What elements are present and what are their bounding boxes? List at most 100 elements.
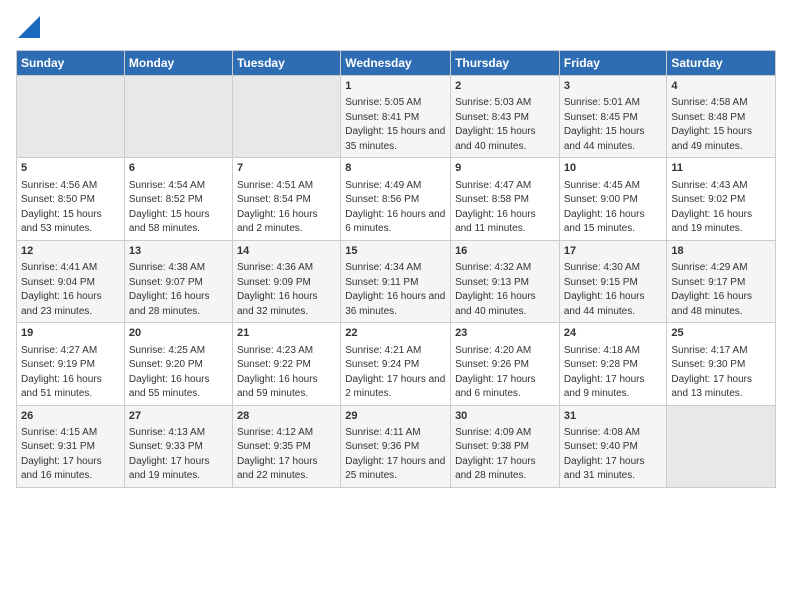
cell-line: Daylight: 15 hours and 40 minutes. xyxy=(455,126,536,152)
cell-content: Sunrise: 4:09 AMSunset: 9:38 PMDaylight:… xyxy=(455,426,555,484)
cell-line: Sunset: 8:58 PM xyxy=(455,194,529,205)
cell-content: Sunrise: 4:36 AM Sunset: 9:09 PM Daylight:… xyxy=(237,261,336,319)
cell-line: Daylight: 15 hours and 44 minutes. xyxy=(564,126,645,152)
calendar-cell: 27Sunrise: 4:13 AMSunset: 9:33 PMDayligh… xyxy=(124,405,232,487)
day-number: 10 xyxy=(564,161,663,176)
cell-line: Daylight: 16 hours and 28 minutes. xyxy=(129,291,210,317)
day-number: 14 xyxy=(237,244,336,259)
cell-content: Sunrise: 4:32 AMSunset: 9:13 PMDaylight:… xyxy=(455,261,555,319)
cell-line: Sunrise: 5:05 AM xyxy=(345,97,421,108)
day-number: 28 xyxy=(237,409,336,424)
cell-line: Sunrise: 4:36 AM xyxy=(237,262,313,273)
cell-line: Daylight: 16 hours and 32 minutes. xyxy=(237,291,318,317)
cell-content: Sunrise: 4:29 AMSunset: 9:17 PMDaylight:… xyxy=(671,261,771,319)
cell-line: Sunset: 8:50 PM xyxy=(21,194,95,205)
calendar-table: Sunday Monday Tuesday Wednesday Thursday… xyxy=(16,50,776,488)
calendar-cell xyxy=(232,76,340,158)
cell-content: Sunrise: 5:05 AMSunset: 8:41 PMDaylight:… xyxy=(345,96,446,154)
cell-line: Sunset: 9:09 PM xyxy=(237,277,311,288)
cell-line: Daylight: 15 hours and 53 minutes. xyxy=(21,209,102,235)
cell-line: Daylight: 15 hours and 58 minutes. xyxy=(129,209,210,235)
calendar-cell: 14 Sunrise: 4:36 AM Sunset: 9:09 PM Dayligh… xyxy=(232,240,340,322)
day-number: 18 xyxy=(671,244,771,259)
cell-content: Sunrise: 4:17 AM Sunset: 9:30 PM Daylight:… xyxy=(671,344,771,402)
cell-content: Sunrise: 4:23 AMSunset: 9:22 PMDaylight:… xyxy=(237,344,336,402)
cell-line: Sunset: 9:02 PM xyxy=(671,194,745,205)
cell-line: Daylight: 16 hours and 11 minutes. xyxy=(455,209,536,235)
cell-line: Sunset: 9:17 PM xyxy=(671,277,745,288)
cell-line: Sunrise: 4:47 AM xyxy=(455,180,531,191)
cell-line: Sunset: 9:33 PM xyxy=(129,441,203,452)
day-number: 19 xyxy=(21,326,120,341)
day-number: 21 xyxy=(237,326,336,341)
calendar-cell: 18Sunrise: 4:29 AMSunset: 9:17 PMDayligh… xyxy=(667,240,776,322)
cell-line: Daylight: 16 hours and 23 minutes. xyxy=(21,291,102,317)
col-monday: Monday xyxy=(124,51,232,76)
cell-content: Sunrise: 4:08 AMSunset: 9:40 PMDaylight:… xyxy=(564,426,663,484)
cell-line: Sunset: 8:56 PM xyxy=(345,194,419,205)
col-saturday: Saturday xyxy=(667,51,776,76)
cell-line: Sunset: 9:20 PM xyxy=(129,359,203,370)
logo xyxy=(16,16,40,38)
day-number: 6 xyxy=(129,161,228,176)
cell-content: Sunrise: 4:56 AMSunset: 8:50 PMDaylight:… xyxy=(21,179,120,237)
day-number: 3 xyxy=(564,79,663,94)
cell-line: Sunrise: 4:32 AM xyxy=(455,262,531,273)
day-number: 16 xyxy=(455,244,555,259)
col-friday: Friday xyxy=(559,51,667,76)
cell-content: Sunrise: 4:54 AMSunset: 8:52 PMDaylight:… xyxy=(129,179,228,237)
cell-line: Sunrise: 4:29 AM xyxy=(671,262,747,273)
cell-content: Sunrise: 4:43 AMSunset: 9:02 PMDaylight:… xyxy=(671,179,771,237)
day-number: 17 xyxy=(564,244,663,259)
calendar-cell xyxy=(667,405,776,487)
calendar-cell: 31Sunrise: 4:08 AMSunset: 9:40 PMDayligh… xyxy=(559,405,667,487)
cell-line: Daylight: 17 hours and 31 minutes. xyxy=(564,456,645,482)
cell-line: Daylight: 15 hours and 49 minutes. xyxy=(671,126,752,152)
cell-line: Sunset: 9:30 PM xyxy=(671,359,745,370)
day-number: 15 xyxy=(345,244,446,259)
cell-line: Sunset: 8:54 PM xyxy=(237,194,311,205)
cell-line: Sunrise: 4:12 AM xyxy=(237,427,313,438)
header-row: Sunday Monday Tuesday Wednesday Thursday… xyxy=(17,51,776,76)
cell-line: Sunset: 8:48 PM xyxy=(671,112,745,123)
calendar-cell: 11Sunrise: 4:43 AMSunset: 9:02 PMDayligh… xyxy=(667,158,776,240)
cell-line: Sunset: 9:07 PM xyxy=(129,277,203,288)
week-row: 5 Sunrise: 4:56 AMSunset: 8:50 PMDaylight… xyxy=(17,158,776,240)
cell-line: Daylight: 17 hours and 19 minutes. xyxy=(129,456,210,482)
day-number: 27 xyxy=(129,409,228,424)
cell-line: Sunset: 9:31 PM xyxy=(21,441,95,452)
cell-line: Daylight: 17 hours and 13 minutes. xyxy=(671,374,752,400)
cell-content: Sunrise: 4:25 AMSunset: 9:20 PMDaylight:… xyxy=(129,344,228,402)
cell-line: Sunset: 9:19 PM xyxy=(21,359,95,370)
cell-line: Daylight: 17 hours and 25 minutes. xyxy=(345,456,445,482)
day-number: 5 xyxy=(21,161,120,176)
week-row: 12Sunrise: 4:41 AMSunset: 9:04 PMDayligh… xyxy=(17,240,776,322)
day-number: 13 xyxy=(129,244,228,259)
calendar-cell: 3Sunrise: 5:01 AMSunset: 8:45 PMDaylight… xyxy=(559,76,667,158)
cell-line: Sunset: 8:45 PM xyxy=(564,112,638,123)
cell-line: Daylight: 16 hours and 19 minutes. xyxy=(671,209,752,235)
calendar-cell: 15Sunrise: 4:34 AMSunset: 9:11 PMDayligh… xyxy=(341,240,451,322)
cell-line: Daylight: 16 hours and 51 minutes. xyxy=(21,374,102,400)
calendar-cell: 20Sunrise: 4:25 AMSunset: 9:20 PMDayligh… xyxy=(124,323,232,405)
cell-line: Sunrise: 4:51 AM xyxy=(237,180,313,191)
cell-line: Daylight: 16 hours and 6 minutes. xyxy=(345,209,445,235)
week-row: 26Sunrise: 4:15 AMSunset: 9:31 PMDayligh… xyxy=(17,405,776,487)
cell-content: Sunrise: 4:51 AMSunset: 8:54 PMDaylight:… xyxy=(237,179,336,237)
cell-line: Sunrise: 4:21 AM xyxy=(345,345,421,356)
cell-line: Sunset: 9:22 PM xyxy=(237,359,311,370)
cell-line: Sunrise: 4:41 AM xyxy=(21,262,97,273)
cell-content: Sunrise: 4:47 AM Sunset: 8:58 PM Daylight:… xyxy=(455,179,555,237)
cell-line: Daylight: 16 hours and 15 minutes. xyxy=(564,209,645,235)
cell-line: Sunrise: 4:15 AM xyxy=(21,427,97,438)
cell-line: Sunrise: 4:38 AM xyxy=(129,262,205,273)
cell-line: Daylight: 17 hours and 22 minutes. xyxy=(237,456,318,482)
calendar-cell: 21 Sunrise: 4:23 AMSunset: 9:22 PMDayligh… xyxy=(232,323,340,405)
cell-line: Sunrise: 5:03 AM xyxy=(455,97,531,108)
cell-line: Sunset: 9:13 PM xyxy=(455,277,529,288)
calendar-cell: 8Sunrise: 4:49 AMSunset: 8:56 PMDaylight… xyxy=(341,158,451,240)
cell-line: Sunrise: 4:17 AM xyxy=(671,345,747,356)
day-number: 9 xyxy=(455,161,555,176)
day-number: 25 xyxy=(671,326,771,341)
day-number: 4 xyxy=(671,79,771,94)
